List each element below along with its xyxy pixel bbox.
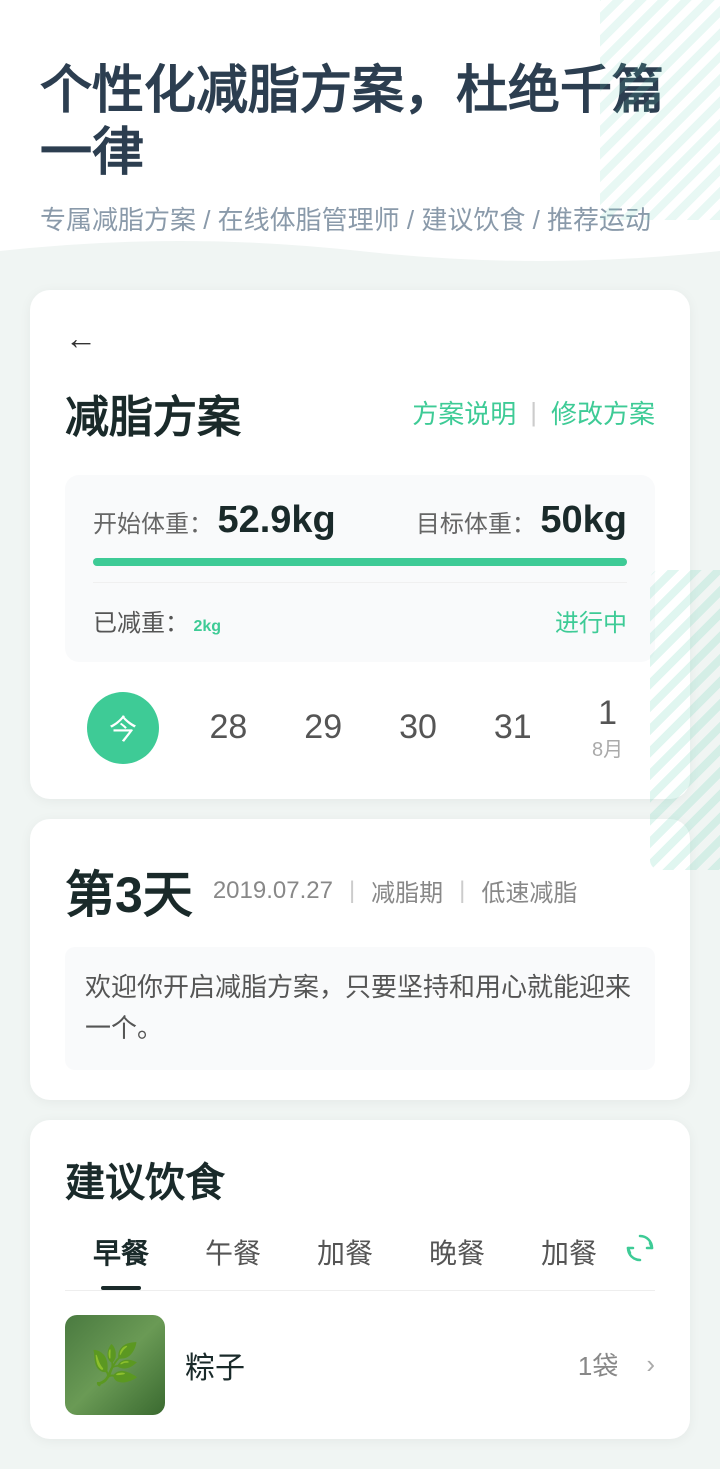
- diet-tab-dinner[interactable]: 晚餐: [401, 1232, 513, 1290]
- weight-progress-fill: [93, 558, 627, 566]
- target-weight-label: 目标体重：: [416, 511, 536, 538]
- date-30[interactable]: 30: [371, 708, 466, 747]
- deco-stripes-top: [600, 0, 720, 220]
- weight-status-row: 已减重： 2kg 进行中: [93, 582, 627, 638]
- day-meta: 2019.07.27 | 减脂期 | 低速减脂: [213, 873, 578, 908]
- day-period: 减脂期: [371, 873, 443, 908]
- weight-lost-label: 已减重：: [93, 610, 189, 637]
- weight-progress-bar: [93, 558, 627, 566]
- date-strip: 今 28 29 30 31 1 8月: [65, 682, 655, 769]
- deco-stripes-right: [650, 570, 720, 870]
- diet-tab-snack2[interactable]: 加餐: [513, 1232, 625, 1290]
- day-sep2: |: [459, 877, 465, 905]
- card-header: 减脂方案 方案说明 | 修改方案: [65, 381, 655, 445]
- food-image: 🌿: [65, 1315, 165, 1415]
- action-separator: |: [530, 397, 537, 428]
- header-wave: [0, 231, 720, 270]
- weight-row: 开始体重： 52.9kg 目标体重： 50kg: [93, 499, 627, 542]
- target-weight: 目标体重： 50kg: [416, 499, 627, 542]
- diet-tab-lunch[interactable]: 午餐: [177, 1232, 289, 1290]
- food-arrow-icon: ›: [646, 1349, 655, 1380]
- date-28[interactable]: 28: [181, 708, 276, 747]
- header-title: 个性化减脂方案，杜绝千篇一律: [40, 60, 680, 185]
- day-card: 第3天 2019.07.27 | 减脂期 | 低速减脂 欢迎你开启减脂方案，只要…: [30, 819, 690, 1100]
- date-29[interactable]: 29: [276, 708, 371, 747]
- card-actions: 方案说明 | 修改方案: [412, 394, 655, 431]
- food-emoji: 🌿: [65, 1315, 165, 1415]
- date-today[interactable]: 今: [87, 692, 159, 764]
- food-item-zongzi[interactable]: 🌿 粽子 1袋 ›: [65, 1291, 655, 1439]
- main-content: ← 减脂方案 方案说明 | 修改方案 开始体重： 52.9kg 目标体重: [0, 270, 720, 1469]
- date-aug1[interactable]: 1 8月: [560, 694, 655, 762]
- back-button[interactable]: ←: [65, 320, 97, 357]
- status-badge: 进行中: [555, 603, 627, 638]
- diet-tab-snack1[interactable]: 加餐: [289, 1232, 401, 1290]
- target-weight-value: 50kg: [540, 499, 627, 541]
- diet-tab-breakfast[interactable]: 早餐: [65, 1232, 177, 1290]
- day-date: 2019.07.27: [213, 877, 333, 905]
- date-31[interactable]: 31: [465, 708, 560, 747]
- plan-title: 减脂方案: [65, 381, 241, 445]
- day-number: 第3天: [65, 855, 193, 927]
- day-header: 第3天 2019.07.27 | 减脂期 | 低速减脂: [65, 855, 655, 927]
- food-name: 粽子: [185, 1343, 558, 1387]
- start-weight-label: 开始体重：: [93, 511, 213, 538]
- food-amount: 1袋: [578, 1346, 618, 1383]
- modify-link[interactable]: 修改方案: [551, 394, 655, 431]
- weight-info-box: 开始体重： 52.9kg 目标体重： 50kg 已减重： 2kg: [65, 475, 655, 662]
- day-sep1: |: [349, 877, 355, 905]
- start-weight-value: 52.9kg: [217, 499, 335, 541]
- diet-title: 建议饮食: [65, 1150, 655, 1208]
- weight-lost-value: 2kg: [193, 618, 221, 635]
- explain-link[interactable]: 方案说明: [412, 394, 516, 431]
- diet-section: 建议饮食 早餐 午餐 加餐 晚餐 加餐: [30, 1120, 690, 1439]
- day-message: 欢迎你开启减脂方案，只要坚持和用心就能迎来一个。: [65, 947, 655, 1070]
- plan-card: ← 减脂方案 方案说明 | 修改方案 开始体重： 52.9kg 目标体重: [30, 290, 690, 799]
- header: 个性化减脂方案，杜绝千篇一律 专属减脂方案 / 在线体脂管理师 / 建议饮食 /…: [0, 0, 720, 270]
- weight-lost: 已减重： 2kg: [93, 603, 221, 638]
- diet-tabs: 早餐 午餐 加餐 晚餐 加餐: [65, 1232, 655, 1291]
- refresh-button[interactable]: [625, 1233, 655, 1289]
- day-mode: 低速减脂: [481, 873, 577, 908]
- start-weight: 开始体重： 52.9kg: [93, 499, 336, 542]
